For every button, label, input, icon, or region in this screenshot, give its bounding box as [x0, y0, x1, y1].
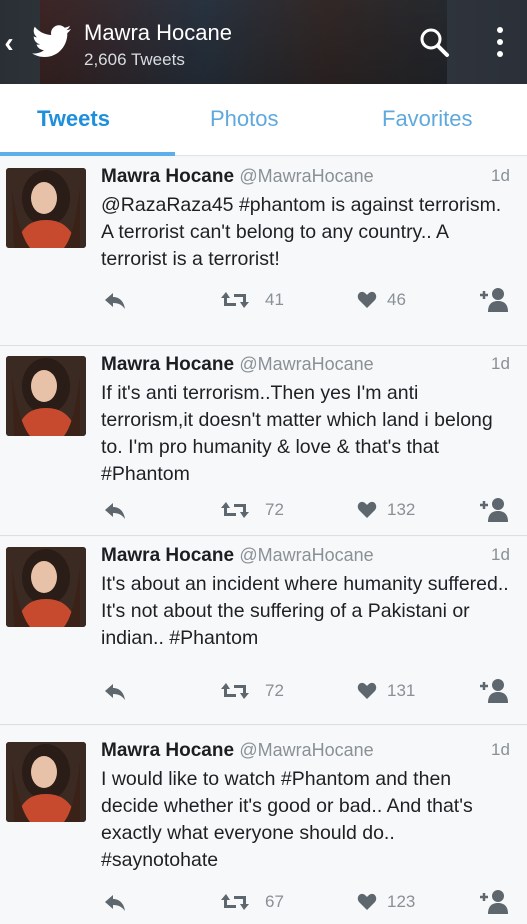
- avatar[interactable]: [6, 168, 86, 248]
- tweet-timestamp: 1d: [491, 166, 510, 185]
- tweet-text: @RazaRaza45 #phantom is against terroris…: [101, 194, 502, 270]
- profile-header: ‹ Mawra Hocane 2,606 Tweets: [0, 0, 527, 84]
- search-icon[interactable]: [418, 26, 450, 58]
- tweet-actions: 41 46: [0, 288, 527, 318]
- author-name[interactable]: Mawra Hocane: [101, 354, 234, 375]
- add-user-icon[interactable]: [477, 496, 511, 524]
- active-tab-indicator: [0, 152, 175, 156]
- tweet-header: Mawra Hocane @MawraHocane: [101, 545, 511, 567]
- tweet-item[interactable]: Mawra Hocane @MawraHocane @RazaRaza45 #p…: [0, 158, 527, 346]
- avatar[interactable]: [6, 547, 86, 627]
- author-handle[interactable]: @MawraHocane: [239, 166, 373, 186]
- tweet-item[interactable]: Mawra Hocane @MawraHocane I would like t…: [0, 726, 527, 924]
- tweet-body: Mawra Hocane @MawraHocane @RazaRaza45 #p…: [101, 166, 511, 273]
- profile-tabs: Tweets Photos Favorites: [0, 84, 527, 156]
- more-vertical-icon[interactable]: [488, 24, 512, 60]
- like-count: 131: [387, 681, 416, 700]
- avatar[interactable]: [6, 356, 86, 436]
- add-user-icon[interactable]: [477, 888, 511, 916]
- tweet-body: Mawra Hocane @MawraHocane If it's anti t…: [101, 354, 511, 488]
- tweet-timestamp: 1d: [491, 354, 510, 373]
- like-count: 46: [387, 290, 406, 309]
- tweet-timestamp: 1d: [491, 545, 510, 564]
- tweet-timestamp: 1d: [491, 740, 510, 759]
- author-name[interactable]: Mawra Hocane: [101, 545, 234, 566]
- author-name[interactable]: Mawra Hocane: [101, 166, 234, 187]
- retweet-icon[interactable]: [220, 498, 250, 522]
- twitter-bird-icon: [32, 25, 71, 57]
- tweet-text: It's about an incident where humanity su…: [101, 573, 509, 649]
- tweet-count: 2,606 Tweets: [84, 50, 185, 69]
- retweet-icon[interactable]: [220, 288, 250, 312]
- reply-icon[interactable]: [103, 288, 127, 312]
- heart-icon[interactable]: [357, 288, 377, 312]
- retweet-icon[interactable]: [220, 890, 250, 914]
- retweet-count: 41: [265, 290, 284, 309]
- retweet-count: 67: [265, 892, 284, 911]
- reply-icon[interactable]: [103, 890, 127, 914]
- like-count: 132: [387, 500, 416, 519]
- tweet-body: Mawra Hocane @MawraHocane It's about an …: [101, 545, 511, 652]
- heart-icon[interactable]: [357, 679, 377, 703]
- reply-icon[interactable]: [103, 498, 127, 522]
- tweet-header: Mawra Hocane @MawraHocane: [101, 166, 511, 188]
- avatar[interactable]: [6, 742, 86, 822]
- author-handle[interactable]: @MawraHocane: [239, 354, 373, 374]
- tweet-actions: 72 132: [0, 498, 527, 528]
- add-user-icon[interactable]: [477, 677, 511, 705]
- heart-icon[interactable]: [357, 498, 377, 522]
- author-handle[interactable]: @MawraHocane: [239, 545, 373, 565]
- add-user-icon[interactable]: [477, 286, 511, 314]
- tab-photos[interactable]: Photos: [210, 106, 279, 132]
- retweet-count: 72: [265, 500, 284, 519]
- retweet-count: 72: [265, 681, 284, 700]
- author-handle[interactable]: @MawraHocane: [239, 740, 373, 760]
- tweet-header: Mawra Hocane @MawraHocane: [101, 354, 511, 376]
- header-title: Mawra Hocane: [84, 20, 232, 45]
- like-count: 123: [387, 892, 416, 911]
- author-name[interactable]: Mawra Hocane: [101, 740, 234, 761]
- tweet-actions: 72 131: [0, 679, 527, 709]
- tab-favorites[interactable]: Favorites: [382, 106, 472, 132]
- tweet-text: I would like to watch #Phantom and then …: [101, 768, 473, 871]
- chevron-left-icon[interactable]: ‹: [0, 27, 18, 58]
- tab-tweets[interactable]: Tweets: [37, 106, 110, 132]
- heart-icon[interactable]: [357, 890, 377, 914]
- reply-icon[interactable]: [103, 679, 127, 703]
- tweet-body: Mawra Hocane @MawraHocane I would like t…: [101, 740, 511, 874]
- tweet-item[interactable]: Mawra Hocane @MawraHocane If it's anti t…: [0, 346, 527, 536]
- retweet-icon[interactable]: [220, 679, 250, 703]
- tweet-text: If it's anti terrorism..Then yes I'm ant…: [101, 382, 493, 485]
- tweet-item[interactable]: Mawra Hocane @MawraHocane It's about an …: [0, 537, 527, 725]
- tweet-header: Mawra Hocane @MawraHocane: [101, 740, 511, 762]
- tweet-actions: 67 123: [0, 890, 527, 920]
